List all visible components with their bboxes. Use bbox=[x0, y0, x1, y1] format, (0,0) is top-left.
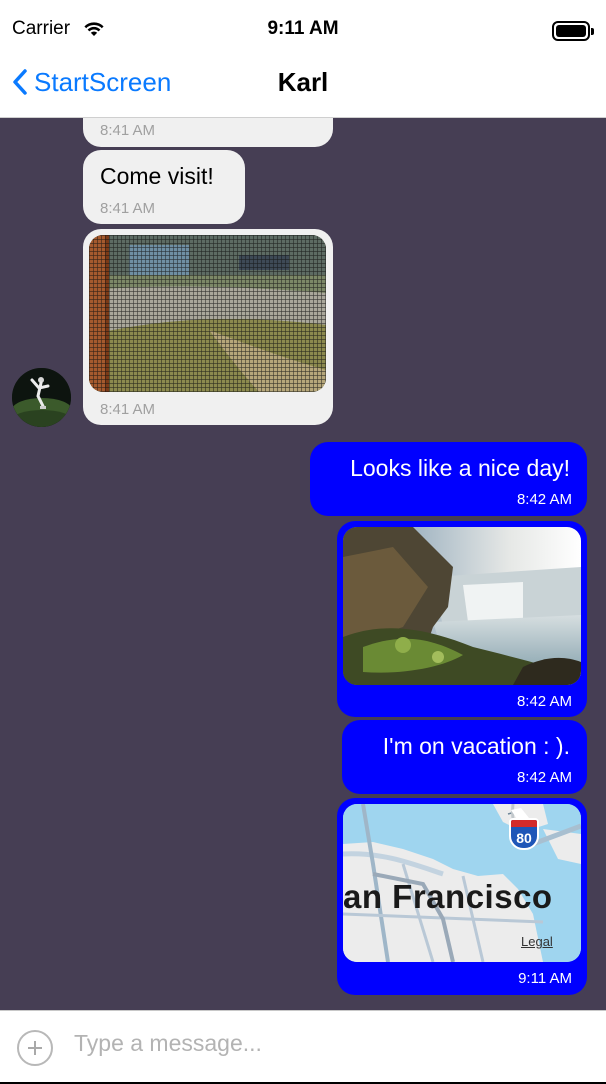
message-time: 8:41 AM bbox=[100, 401, 156, 418]
status-bar: Carrier 9:11 AM bbox=[0, 0, 606, 62]
message-bubble-incoming-photo[interactable]: 8:41 AM bbox=[83, 229, 333, 425]
clock: 9:11 AM bbox=[267, 18, 339, 39]
message-time: 9:11 AM bbox=[518, 970, 572, 987]
message-composer bbox=[0, 1010, 606, 1084]
message-bubble-incoming[interactable]: 8:41 AM bbox=[83, 118, 333, 147]
navigation-bar: StartScreen Karl bbox=[0, 62, 606, 118]
avatar[interactable] bbox=[12, 368, 71, 427]
message-time: 8:41 AM bbox=[100, 200, 156, 217]
message-time: 8:42 AM bbox=[516, 491, 572, 508]
message-time: 8:42 AM bbox=[516, 769, 572, 786]
message-input[interactable] bbox=[74, 1025, 574, 1061]
map-legal-link[interactable]: Legal bbox=[521, 934, 553, 949]
message-bubble-outgoing[interactable]: Looks like a nice day! 8:42 AM bbox=[310, 442, 587, 516]
map-city-label: an Francisco bbox=[343, 878, 553, 915]
highway-shield-top bbox=[511, 820, 537, 827]
message-bubble-outgoing-location[interactable]: 80 an Francisco Legal 9:11 AM bbox=[337, 798, 587, 995]
message-time: 8:41 AM bbox=[100, 122, 156, 139]
message-text: Looks like a nice day! bbox=[350, 455, 570, 481]
message-text: Come visit! bbox=[100, 163, 214, 189]
waterfall-photo[interactable] bbox=[343, 527, 581, 685]
page-title: Karl bbox=[277, 67, 329, 97]
message-bubble-outgoing[interactable]: I'm on vacation : ). 8:42 AM bbox=[342, 720, 587, 794]
message-time: 8:42 AM bbox=[516, 693, 572, 710]
add-attachment-button[interactable] bbox=[17, 1030, 53, 1066]
message-text: I'm on vacation : ). bbox=[382, 733, 570, 759]
highway-shield-number: 80 bbox=[516, 830, 532, 846]
message-list[interactable]: 8:41 AM Come visit! 8:41 AM 8:41 AM Look… bbox=[0, 118, 606, 1010]
battery-icon bbox=[552, 21, 594, 41]
street-photo[interactable] bbox=[89, 235, 326, 392]
highway-shield-icon: 80 bbox=[509, 818, 539, 850]
message-bubble-outgoing-photo[interactable]: 8:42 AM bbox=[337, 521, 587, 717]
location-map[interactable]: 80 an Francisco Legal bbox=[343, 804, 581, 962]
message-bubble-incoming[interactable]: Come visit! 8:41 AM bbox=[83, 150, 245, 224]
avatar-image bbox=[12, 368, 71, 427]
